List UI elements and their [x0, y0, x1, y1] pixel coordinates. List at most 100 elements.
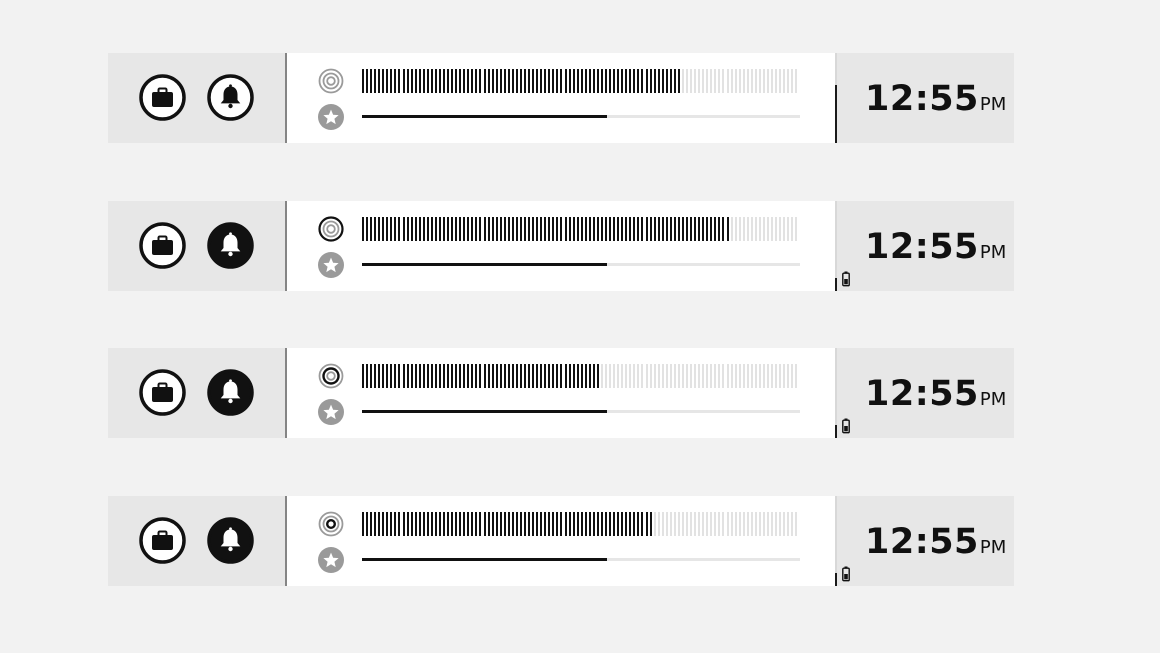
concentric-circles-icon[interactable] [318, 363, 344, 389]
meter-tick [451, 364, 454, 388]
meter-tick [528, 512, 531, 536]
meter-tick [532, 512, 535, 536]
meter-tick [625, 217, 628, 241]
meter-tick [600, 217, 603, 241]
meter-tick [694, 364, 697, 388]
meter-tick [406, 512, 409, 536]
meter-tick [710, 69, 713, 93]
meter-tick [451, 69, 454, 93]
meter-tick [390, 512, 393, 536]
meter-tick [491, 69, 494, 93]
star-icon[interactable] [318, 104, 344, 130]
meter-tick [787, 69, 790, 93]
briefcase-button[interactable] [139, 222, 186, 269]
meter-tick [362, 69, 364, 93]
concentric-circles-icon[interactable] [318, 68, 344, 94]
meter-tick [515, 512, 518, 536]
progress-slider[interactable] [362, 558, 800, 561]
meter-tick [378, 512, 381, 536]
meter-tick [734, 217, 737, 241]
meter-tick [394, 512, 397, 536]
star-icon[interactable] [318, 399, 344, 425]
meter-tick [605, 217, 607, 241]
progress-slider[interactable] [362, 410, 800, 413]
meter-tick [677, 512, 680, 536]
meters-panel [287, 201, 835, 291]
meter-tick [645, 512, 648, 536]
progress-slider[interactable] [362, 115, 800, 118]
meter-tick [791, 69, 794, 93]
meter-tick [617, 217, 620, 241]
meter-tick [402, 217, 405, 241]
meter-tick [690, 69, 693, 93]
meter-tick [718, 69, 721, 93]
meter-tick [588, 364, 591, 388]
meter-tick [637, 364, 640, 388]
briefcase-button[interactable] [139, 369, 186, 416]
meter-tick [657, 512, 660, 536]
clock-panel: 12:55PM [837, 348, 1014, 438]
meter-tick [532, 69, 535, 93]
meter-tick [499, 217, 502, 241]
meter-tick [754, 69, 757, 93]
meter-tick [532, 364, 535, 388]
meter-tick [641, 217, 644, 241]
notification-button[interactable] [207, 517, 254, 564]
meter-tick [767, 217, 769, 241]
meter-tick [398, 364, 401, 388]
status-widget: 12:55PM [108, 53, 1014, 143]
briefcase-button[interactable] [139, 74, 186, 121]
meter-tick [669, 364, 672, 388]
meter-tick [758, 69, 761, 93]
briefcase-icon [139, 74, 186, 121]
meter-tick [690, 217, 693, 241]
meter-tick [758, 364, 761, 388]
notification-button[interactable] [207, 74, 254, 121]
meter-tick [783, 69, 786, 93]
meter-tick [422, 512, 425, 536]
meter-tick [665, 69, 668, 93]
meter-tick [418, 364, 421, 388]
meters-panel [287, 496, 835, 586]
concentric-circles-icon[interactable] [318, 216, 344, 242]
slider-fill [362, 410, 608, 413]
meter-tick [560, 217, 563, 241]
meter-tick [398, 69, 401, 93]
meter-tick [410, 364, 413, 388]
meter-tick [362, 364, 364, 388]
bell-icon [207, 74, 254, 121]
briefcase-icon [139, 517, 186, 564]
meter-tick [459, 217, 462, 241]
meter-tick [665, 217, 668, 241]
meter-tick [710, 512, 713, 536]
meter-tick [726, 364, 729, 388]
star-icon[interactable] [318, 547, 344, 573]
meter-tick [657, 364, 660, 388]
meter-tick [714, 217, 717, 241]
meter-tick [430, 69, 433, 93]
meter-tick [584, 217, 587, 241]
meter-tick [621, 217, 624, 241]
meter-tick [394, 364, 397, 388]
meter-tick [609, 217, 612, 241]
meter-tick [592, 69, 595, 93]
meter-tick [430, 217, 433, 241]
notification-button[interactable] [207, 369, 254, 416]
briefcase-button[interactable] [139, 517, 186, 564]
meter-tick [548, 364, 551, 388]
meter-tick [540, 512, 543, 536]
level-meter [362, 217, 800, 241]
meter-tick [580, 512, 583, 536]
meter-tick [653, 512, 656, 536]
meter-tick [706, 217, 709, 241]
meter-tick [718, 364, 721, 388]
progress-slider[interactable] [362, 263, 800, 266]
meter-tick [519, 69, 522, 93]
clock-ampm: PM [979, 537, 1007, 558]
concentric-circles-icon[interactable] [318, 511, 344, 537]
meter-tick [443, 69, 445, 93]
notification-button[interactable] [207, 222, 254, 269]
star-icon[interactable] [318, 252, 344, 278]
meter-tick [422, 217, 425, 241]
meter-tick [402, 69, 405, 93]
